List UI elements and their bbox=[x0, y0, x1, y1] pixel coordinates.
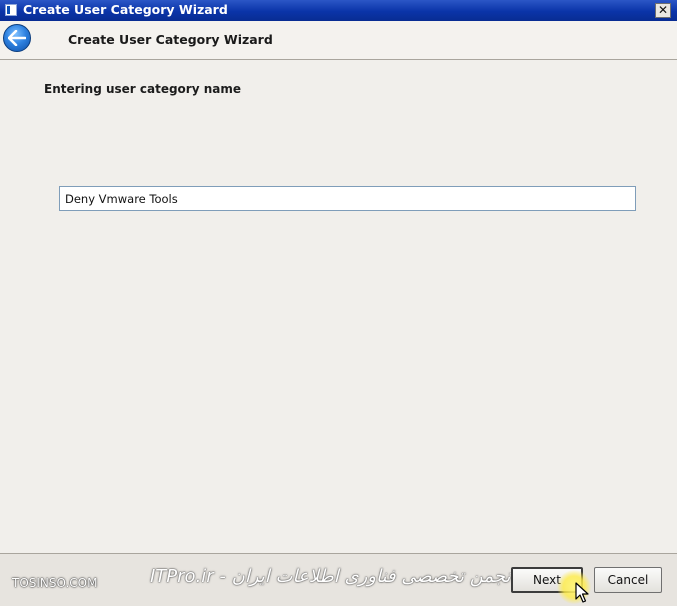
watermark-center: ITPro.ir - انجمن تخصصی فناوری اطلاعات ای… bbox=[150, 566, 516, 587]
back-arrow-icon bbox=[8, 30, 26, 46]
wizard-content: Entering user category name bbox=[0, 60, 677, 553]
wizard-footer: TOSINSO.COM ITPro.ir - انجمن تخصصی فناور… bbox=[0, 553, 677, 606]
title-bar: Create User Category Wizard ✕ bbox=[0, 0, 677, 21]
cancel-button[interactable]: Cancel bbox=[594, 567, 662, 593]
mouse-cursor-icon bbox=[575, 582, 589, 603]
wizard-header-title: Create User Category Wizard bbox=[68, 32, 273, 47]
category-name-input[interactable] bbox=[59, 186, 636, 211]
close-button[interactable]: ✕ bbox=[655, 3, 671, 18]
window-title: Create User Category Wizard bbox=[23, 2, 228, 17]
wizard-header: Create User Category Wizard bbox=[0, 21, 677, 60]
watermark-left: TOSINSO.COM bbox=[12, 576, 98, 590]
window-icon bbox=[5, 4, 17, 16]
wizard-window: Create User Category Wizard ✕ Create Use… bbox=[0, 0, 677, 606]
section-label: Entering user category name bbox=[44, 82, 241, 96]
close-icon: ✕ bbox=[657, 3, 669, 17]
back-button[interactable] bbox=[3, 24, 31, 52]
